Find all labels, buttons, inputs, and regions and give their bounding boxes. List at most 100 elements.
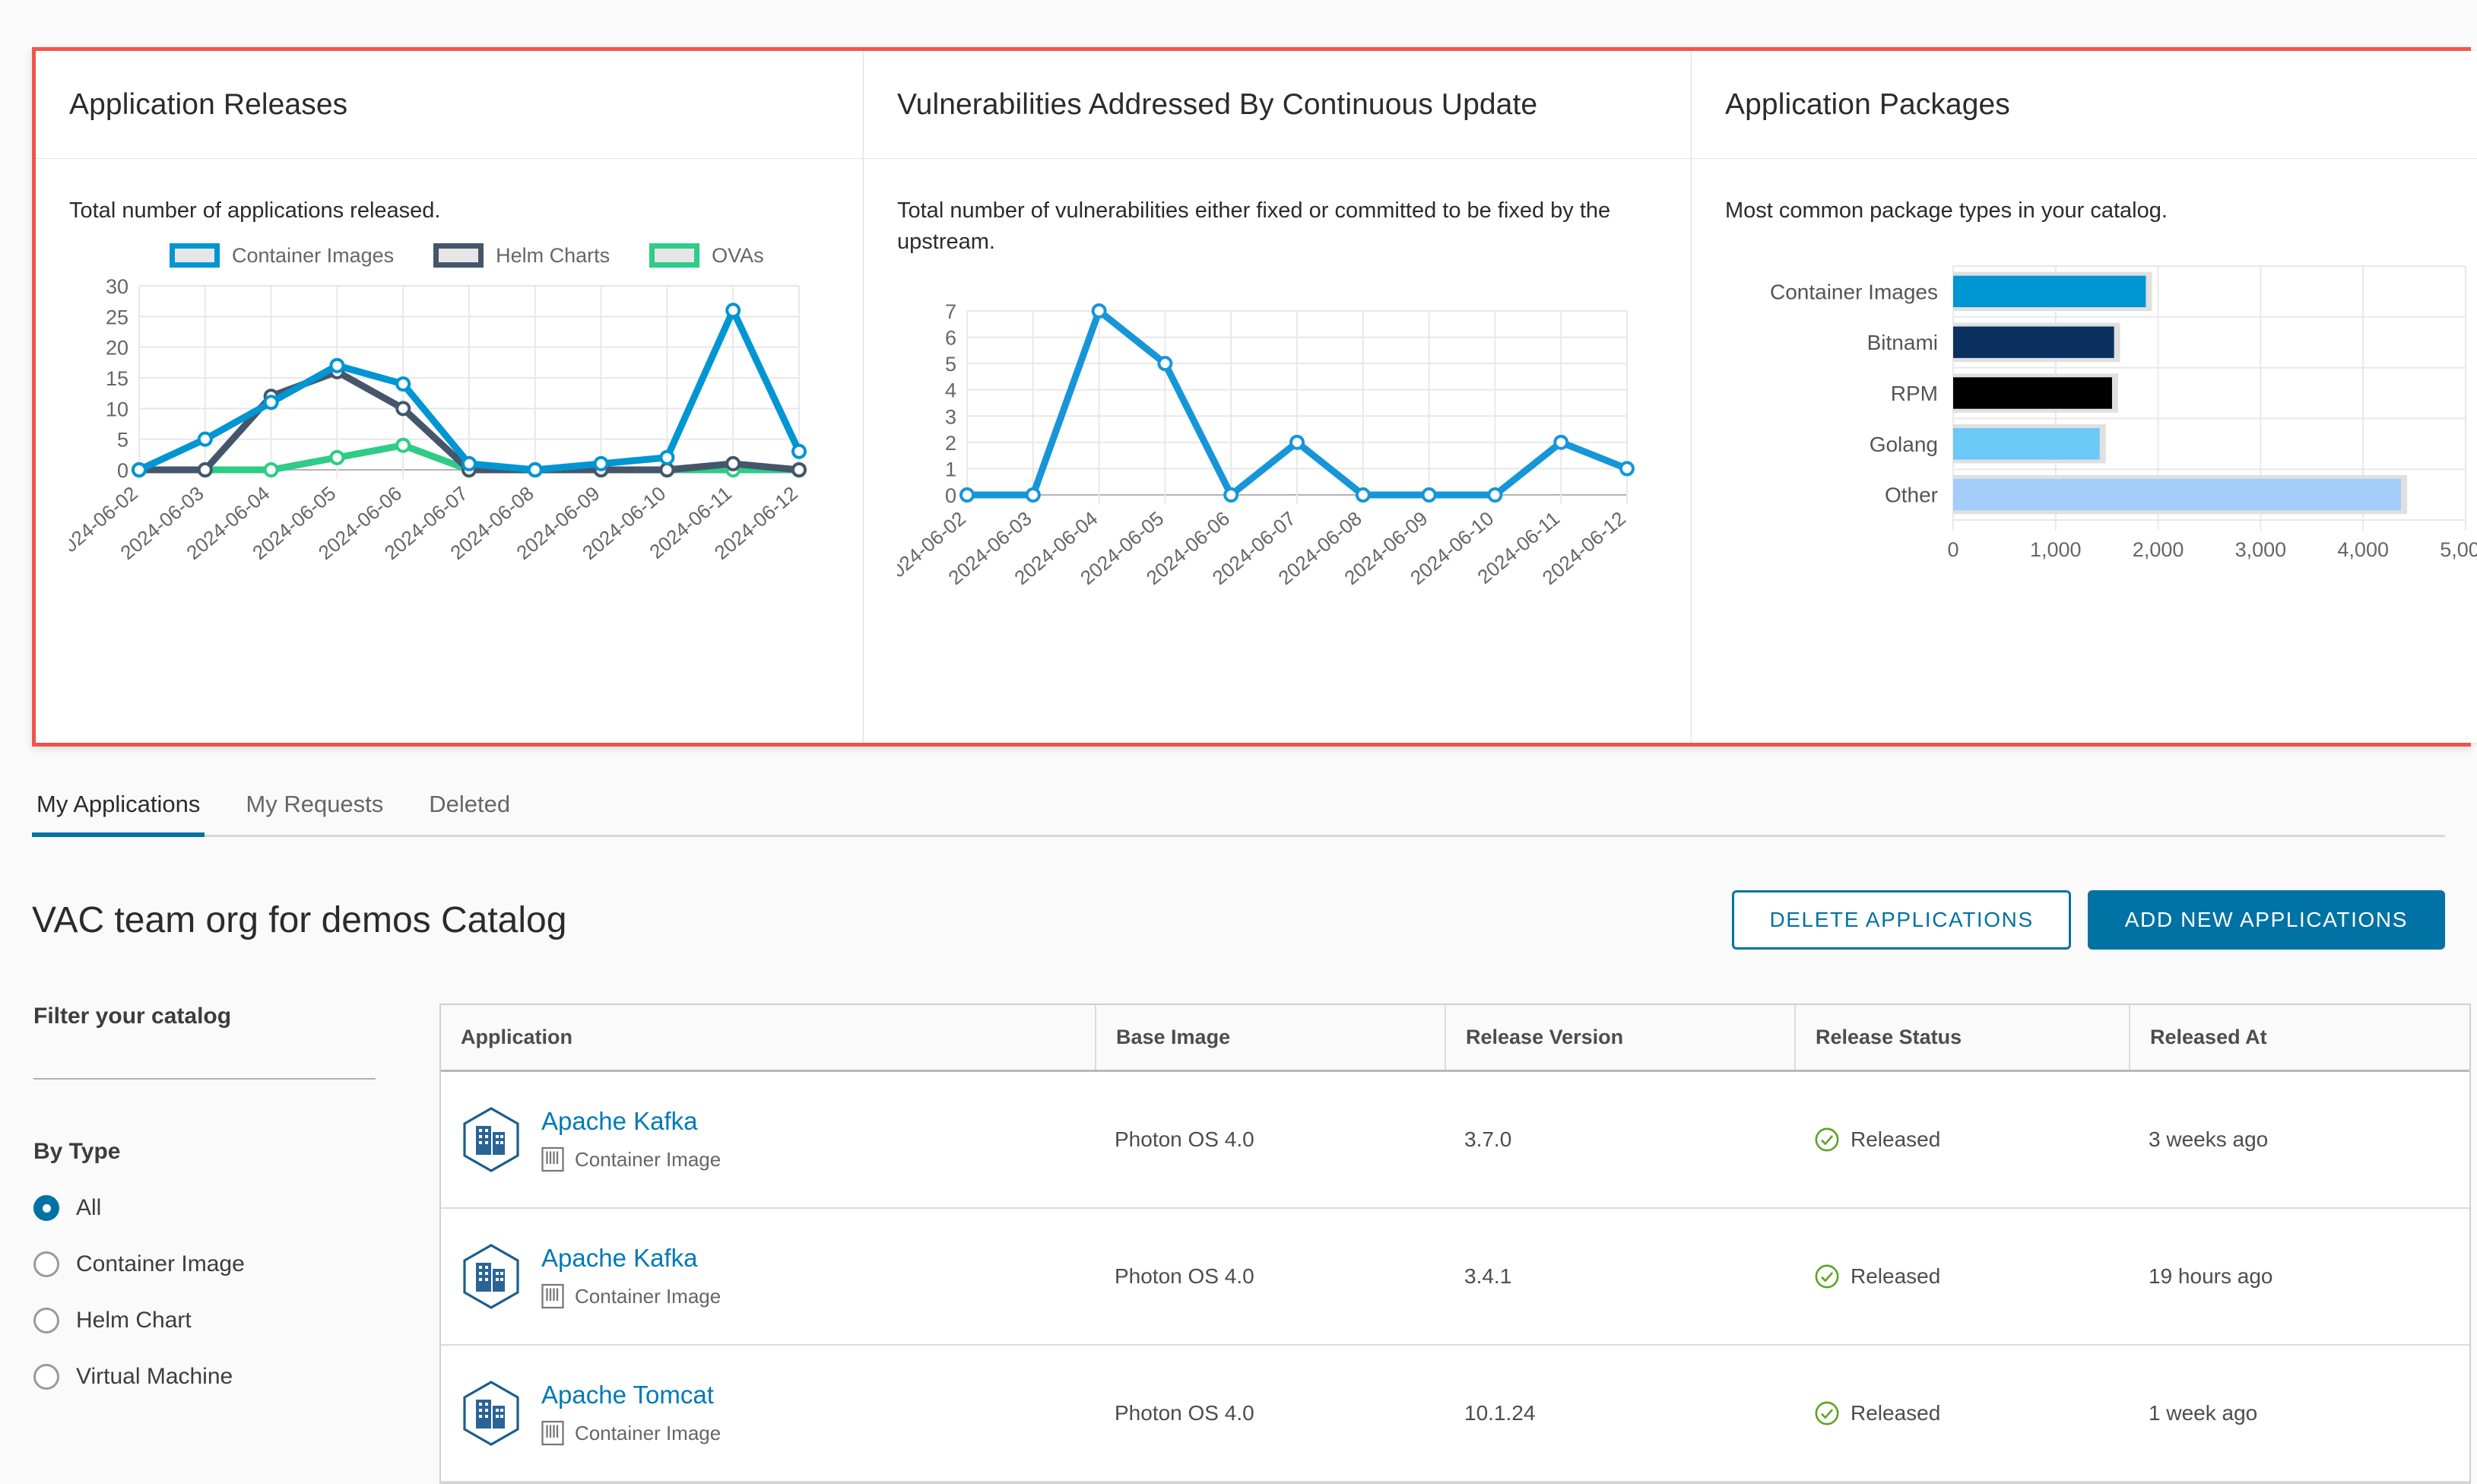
tab-label: My Applications xyxy=(36,791,201,817)
page-heading-row: VAC team org for demos Catalog DELETE AP… xyxy=(32,878,2445,962)
legend-label: Helm Charts xyxy=(496,243,611,267)
svg-text:4,000: 4,000 xyxy=(2337,538,2389,561)
tab-label: My Requests xyxy=(246,791,384,817)
svg-text:3: 3 xyxy=(945,406,956,429)
button-label: ADD NEW APPLICATIONS xyxy=(2124,908,2408,931)
check-circle-icon xyxy=(1815,1401,1839,1425)
svg-text:0: 0 xyxy=(117,459,128,482)
check-circle-icon xyxy=(1815,1127,1839,1152)
card-description: Total number of vulnerabilities either f… xyxy=(897,198,1611,255)
svg-text:1: 1 xyxy=(945,458,956,481)
legend-label: Container Images xyxy=(232,243,395,267)
card-header: Application Releases xyxy=(36,51,863,159)
card-body: Total number of applications released. C… xyxy=(36,159,863,743)
add-new-applications-button[interactable]: ADD NEW APPLICATIONS xyxy=(2087,890,2445,950)
dashboard-highlight-region: Application Releases Total number of app… xyxy=(32,47,2477,747)
radio-label: Helm Chart xyxy=(76,1308,192,1333)
cell-release-version: 3.4.1 xyxy=(1464,1264,1512,1288)
card-header: Vulnerabilities Addressed By Continuous … xyxy=(864,51,1691,159)
table-row[interactable]: Apache Tomcat Container Image Photon OS xyxy=(441,1346,2469,1482)
application-type-label: Container Image xyxy=(575,1284,722,1308)
radio-icon[interactable] xyxy=(33,1251,59,1277)
filter-group-heading: By Type xyxy=(33,1139,121,1164)
card-application-releases: Application Releases Total number of app… xyxy=(36,51,864,743)
application-type-label: Container Image xyxy=(575,1421,722,1444)
svg-text:25: 25 xyxy=(106,306,128,329)
svg-text:2: 2 xyxy=(945,432,956,455)
column-header-application[interactable]: Application xyxy=(441,1005,1095,1070)
svg-text:0: 0 xyxy=(945,484,956,507)
application-type: Container Image xyxy=(541,1283,721,1309)
legend-item-helm-charts[interactable]: Helm Charts xyxy=(433,243,610,268)
applications-table: Application Base Image Release Version R… xyxy=(439,1004,2471,1484)
cell-released-at: 1 week ago xyxy=(2149,1401,2258,1425)
cell-release-version: 10.1.24 xyxy=(1464,1401,1536,1425)
card-title: Vulnerabilities Addressed By Continuous … xyxy=(897,87,1538,121)
application-releases-chart: Container Images Helm Charts OVAs 0 5 10 15… xyxy=(69,243,829,614)
filter-option-all[interactable]: All xyxy=(33,1195,406,1221)
svg-text:Golang: Golang xyxy=(1870,433,1938,456)
cell-application: Apache Kafka Container Image xyxy=(441,1072,1095,1207)
cell-release-status: Released xyxy=(1794,1346,2129,1481)
card-title: Application Releases xyxy=(69,87,348,121)
bar-chart-packages-svg: 0 1,000 2,000 3,000 4,000 5,000 Container Imag… xyxy=(1770,265,2477,561)
filter-option-virtual-machine[interactable]: Virtual Machine xyxy=(33,1364,406,1390)
line-chart-vulnerabilities-svg: 012345672024-06-022024-06-032024-06-0420… xyxy=(897,300,1635,589)
application-type: Container Image xyxy=(541,1420,721,1446)
application-link[interactable]: Apache Tomcat xyxy=(541,1381,721,1409)
legend-item-container-images[interactable]: Container Images xyxy=(170,243,394,268)
tab-my-applications[interactable]: My Applications xyxy=(32,791,223,837)
application-hexagon-icon xyxy=(463,1107,519,1172)
card-title: Application Packages xyxy=(1725,87,2010,121)
svg-text:Other: Other xyxy=(1885,484,1938,507)
cell-released-at: 19 hours ago xyxy=(2149,1264,2273,1288)
status-badge: Released xyxy=(1851,1401,1941,1425)
legend-swatch-helm-charts xyxy=(433,243,484,268)
table-row[interactable]: Apache Kafka Container Image Photon OS 4 xyxy=(441,1209,2469,1346)
column-header-released-at[interactable]: Released At xyxy=(2129,1005,2469,1070)
svg-text:5: 5 xyxy=(117,429,128,452)
filter-sidebar: Filter your catalog By Type All Containe… xyxy=(33,1004,406,1390)
application-hexagon-icon xyxy=(463,1381,519,1446)
column-header-release-status[interactable]: Release Status xyxy=(1794,1005,2129,1070)
application-type-label: Container Image xyxy=(575,1147,722,1171)
svg-text:5: 5 xyxy=(945,353,956,376)
button-label: DELETE APPLICATIONS xyxy=(1769,908,2034,931)
tab-deleted[interactable]: Deleted xyxy=(406,791,533,835)
filter-option-helm-chart[interactable]: Helm Chart xyxy=(33,1308,406,1333)
chart-legend: Container Images Helm Charts OVAs xyxy=(69,243,829,268)
delete-applications-button[interactable]: DELETE APPLICATIONS xyxy=(1732,890,2071,950)
application-link[interactable]: Apache Kafka xyxy=(541,1107,721,1136)
table-header-row: Application Base Image Release Version R… xyxy=(441,1005,2469,1072)
table-row[interactable]: Apache Kafka Container Image Photon OS 4 xyxy=(441,1072,2469,1209)
application-link[interactable]: Apache Kafka xyxy=(541,1244,721,1273)
radio-icon[interactable] xyxy=(33,1195,59,1221)
svg-text:Bitnami: Bitnami xyxy=(1867,331,1938,354)
svg-text:7: 7 xyxy=(945,300,956,323)
page-title: VAC team org for demos Catalog xyxy=(32,899,567,940)
card-description: Most common package types in your catalo… xyxy=(1725,198,2168,223)
column-header-release-version[interactable]: Release Version xyxy=(1445,1005,1794,1070)
radio-label: Container Image xyxy=(76,1251,245,1276)
filter-heading: Filter your catalog xyxy=(33,1004,232,1029)
line-chart-releases-svg: 0510152025302024-06-022024-06-032024-06-… xyxy=(69,275,807,564)
radio-icon[interactable] xyxy=(33,1308,59,1333)
tab-bar: My Applications My Requests Deleted xyxy=(32,791,2445,837)
tab-my-requests[interactable]: My Requests xyxy=(223,791,406,835)
svg-text:2,000: 2,000 xyxy=(2133,538,2184,561)
application-packages-chart: 0 1,000 2,000 3,000 4,000 5,000 Container Imag… xyxy=(1725,254,2477,604)
card-vulnerabilities-addressed: Vulnerabilities Addressed By Continuous … xyxy=(864,51,1692,743)
card-description: Total number of applications released. xyxy=(69,198,441,223)
radio-icon[interactable] xyxy=(33,1364,59,1390)
legend-item-ovas[interactable]: OVAs xyxy=(649,243,764,268)
svg-text:4: 4 xyxy=(945,379,956,402)
container-image-icon xyxy=(541,1146,564,1172)
column-header-base-image[interactable]: Base Image xyxy=(1095,1005,1445,1070)
legend-label: OVAs xyxy=(712,243,764,267)
application-hexagon-icon xyxy=(463,1244,519,1309)
cell-released-at: 3 weeks ago xyxy=(2149,1127,2269,1151)
tab-label: Deleted xyxy=(429,791,511,817)
cell-base-image: Photon OS 4.0 xyxy=(1115,1264,1254,1288)
filter-option-container-image[interactable]: Container Image xyxy=(33,1251,406,1277)
cell-release-status: Released xyxy=(1794,1072,2129,1207)
